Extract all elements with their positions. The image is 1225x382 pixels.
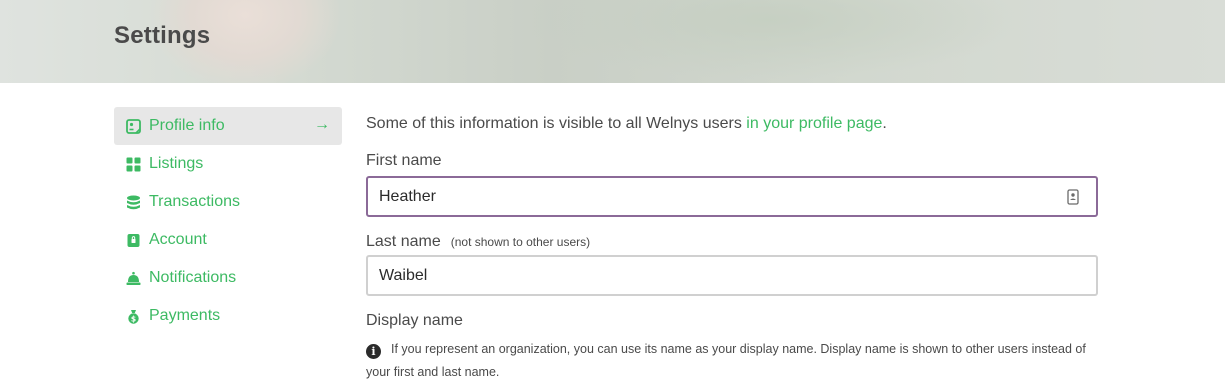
- first-name-value: Heather: [379, 187, 436, 205]
- last-name-field[interactable]: Waibel: [366, 255, 1098, 296]
- last-name-note: (not shown to other users): [450, 235, 591, 249]
- money-bag-icon: $: [125, 308, 141, 324]
- intro-text-end: .: [882, 115, 887, 132]
- intro-text-body: Some of this information is visible to a…: [366, 115, 747, 132]
- arrow-right-icon: →: [314, 116, 330, 133]
- svg-text:$: $: [130, 314, 135, 323]
- grid-icon: [125, 156, 141, 172]
- sidebar-item-listings[interactable]: Listings: [114, 145, 342, 183]
- last-name-label-text: Last name: [366, 233, 441, 250]
- sidebar-item-profile-info[interactable]: Profile info →: [114, 107, 342, 145]
- profile-card-icon: [125, 118, 141, 134]
- sidebar-item-label: Transactions: [149, 193, 240, 210]
- last-name-value: Waibel: [379, 266, 428, 284]
- sidebar-item-label: Account: [149, 231, 207, 248]
- settings-sidebar: Profile info → Listings Transactions Acc…: [114, 107, 342, 335]
- sidebar-item-label: Payments: [149, 307, 221, 324]
- sidebar-item-payments[interactable]: $ Payments: [114, 297, 342, 335]
- info-icon: i: [366, 344, 381, 359]
- bell-icon: [125, 270, 141, 286]
- display-name-label: Display name: [366, 312, 463, 329]
- display-name-info-text: If you represent an organization, you ca…: [366, 342, 1086, 379]
- sidebar-item-label: Listings: [149, 155, 204, 172]
- page-title: Settings: [114, 22, 211, 49]
- first-name-label: First name: [366, 152, 442, 169]
- database-icon: [125, 194, 141, 210]
- sidebar-item-label: Notifications: [149, 269, 237, 286]
- contact-card-icon[interactable]: [1062, 186, 1084, 208]
- first-name-field[interactable]: Heather: [366, 176, 1098, 217]
- display-name-info: i If you represent an organization, you c…: [366, 338, 1098, 382]
- profile-page-link[interactable]: in your profile page: [746, 115, 882, 132]
- sidebar-item-account[interactable]: Account: [114, 221, 342, 259]
- sidebar-item-label: Profile info: [149, 117, 225, 134]
- sidebar-item-notifications[interactable]: Notifications: [114, 259, 342, 297]
- last-name-label: Last name (not shown to other users): [366, 233, 590, 251]
- intro-text: Some of this information is visible to a…: [366, 115, 887, 133]
- sidebar-item-transactions[interactable]: Transactions: [114, 183, 342, 221]
- lock-icon: [125, 232, 141, 248]
